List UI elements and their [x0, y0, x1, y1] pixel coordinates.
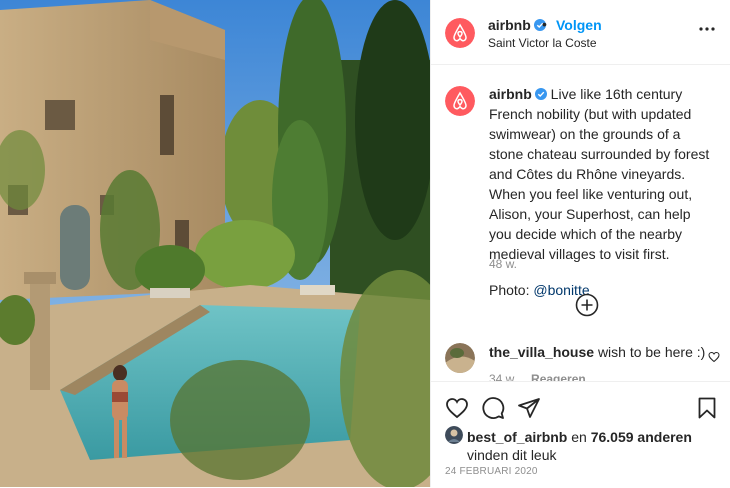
follow-button[interactable]: Volgen	[556, 17, 602, 33]
airbnb-avatar[interactable]	[445, 18, 475, 48]
more-options-icon[interactable]	[698, 20, 716, 38]
best-of-airbnb-avatar-icon	[445, 426, 463, 444]
post-photo[interactable]	[0, 0, 430, 487]
caption-age[interactable]: 48 w.	[489, 257, 517, 271]
comment-bubble-icon[interactable]	[481, 396, 505, 420]
location-link[interactable]: Saint Victor la Coste	[488, 36, 597, 50]
photo-credit: Photo: @bonitte	[489, 280, 717, 300]
comment-avatar[interactable]	[445, 343, 475, 373]
likes-username[interactable]: best_of_airbnb	[467, 429, 567, 445]
header-separator: •	[542, 16, 547, 32]
header-username-text[interactable]: airbnb	[488, 17, 531, 33]
load-more-comments-icon[interactable]	[575, 293, 599, 317]
airbnb-logo-icon	[445, 18, 475, 48]
post-details-panel: airbnb • Volgen Saint Victor la Coste ai…	[430, 0, 730, 487]
post-photo-illustration	[0, 0, 430, 487]
header-username[interactable]: airbnb	[488, 17, 546, 33]
likes-summary: best_of_airbnb en 76.059 anderen vinden …	[467, 428, 717, 464]
caption-avatar[interactable]	[445, 86, 475, 116]
airbnb-logo-icon	[445, 86, 475, 116]
likes-mid: en	[571, 429, 587, 445]
comments-section[interactable]: airbnb Live like 16th century French nob…	[431, 65, 730, 381]
comment-meta: 34 w. Reageren	[489, 372, 600, 381]
save-bookmark-icon[interactable]	[695, 396, 719, 420]
instagram-post: airbnb • Volgen Saint Victor la Coste ai…	[0, 0, 730, 487]
post-header: airbnb • Volgen Saint Victor la Coste	[431, 0, 730, 65]
villa-avatar-icon	[445, 343, 475, 373]
comment-text: wish to be here :)	[597, 344, 706, 360]
comment-username[interactable]: the_villa_house	[489, 344, 594, 360]
verified-badge-icon	[534, 88, 547, 100]
comment-row: the_villa_house wish to be here :)	[489, 344, 705, 360]
share-paper-plane-icon[interactable]	[517, 396, 541, 420]
post-actions: best_of_airbnb en 76.059 anderen vinden …	[431, 381, 730, 488]
caption-username[interactable]: airbnb	[489, 86, 532, 102]
reply-button[interactable]: Reageren	[531, 372, 586, 381]
photo-credit-prefix: Photo:	[489, 282, 534, 298]
likes-avatar[interactable]	[445, 426, 463, 444]
likes-count[interactable]: 76.059 anderen	[591, 429, 692, 445]
comment-like-heart-icon[interactable]	[708, 351, 720, 363]
likes-line2: vinden dit leuk	[467, 447, 557, 463]
like-heart-icon[interactable]	[445, 396, 469, 420]
post-date[interactable]: 24 FEBRUARI 2020	[445, 466, 538, 477]
caption-text: Live like 16th century French nobility (…	[489, 86, 710, 262]
comment-age[interactable]: 34 w.	[489, 372, 517, 381]
post-caption: airbnb Live like 16th century French nob…	[489, 84, 717, 300]
